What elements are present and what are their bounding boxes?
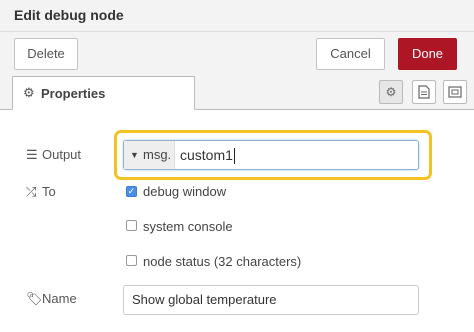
- name-input[interactable]: Show global temperature: [123, 285, 419, 315]
- done-button[interactable]: Done: [398, 38, 457, 70]
- debug-window-label: debug window: [143, 184, 227, 199]
- debug-window-checkbox[interactable]: ✓: [126, 186, 137, 197]
- tray-header: Edit debug node: [0, 0, 474, 32]
- to-label: ⤮ To: [26, 184, 56, 199]
- caret-down-icon: ▼: [130, 150, 139, 160]
- node-status-checkbox[interactable]: [126, 255, 137, 266]
- description-icon: [418, 85, 430, 99]
- tab-properties-label: Properties: [41, 86, 106, 101]
- appearance-icon: [448, 86, 462, 98]
- list-icon: ☰: [26, 147, 38, 162]
- output-property-input[interactable]: ▼ msg. custom1: [123, 140, 419, 170]
- tab-description[interactable]: [412, 80, 436, 104]
- output-value-text: custom1: [180, 147, 235, 165]
- gear-icon: ⚙: [23, 85, 35, 100]
- delete-button[interactable]: Delete: [14, 38, 78, 70]
- tab-properties[interactable]: ⚙ Properties: [12, 76, 195, 110]
- output-prefix-label: msg.: [143, 147, 172, 162]
- tab-appearance[interactable]: [443, 80, 467, 104]
- system-console-label: system console: [143, 219, 233, 234]
- shuffle-icon: ⤮: [26, 184, 37, 199]
- tag-icon: 🏷: [26, 291, 43, 306]
- gear-icon: ⚙: [385, 85, 397, 99]
- system-console-checkbox[interactable]: [126, 220, 137, 231]
- output-label: ☰ Output: [26, 147, 82, 162]
- output-type-select[interactable]: ▼ msg.: [124, 141, 175, 169]
- tray-title: Edit debug node: [14, 7, 124, 23]
- tab-settings[interactable]: ⚙: [379, 80, 403, 104]
- cancel-button[interactable]: Cancel: [316, 38, 385, 70]
- text-cursor: [233, 148, 235, 165]
- name-label: 🏷Name: [26, 291, 77, 306]
- node-status-label: node status (32 characters): [143, 254, 302, 269]
